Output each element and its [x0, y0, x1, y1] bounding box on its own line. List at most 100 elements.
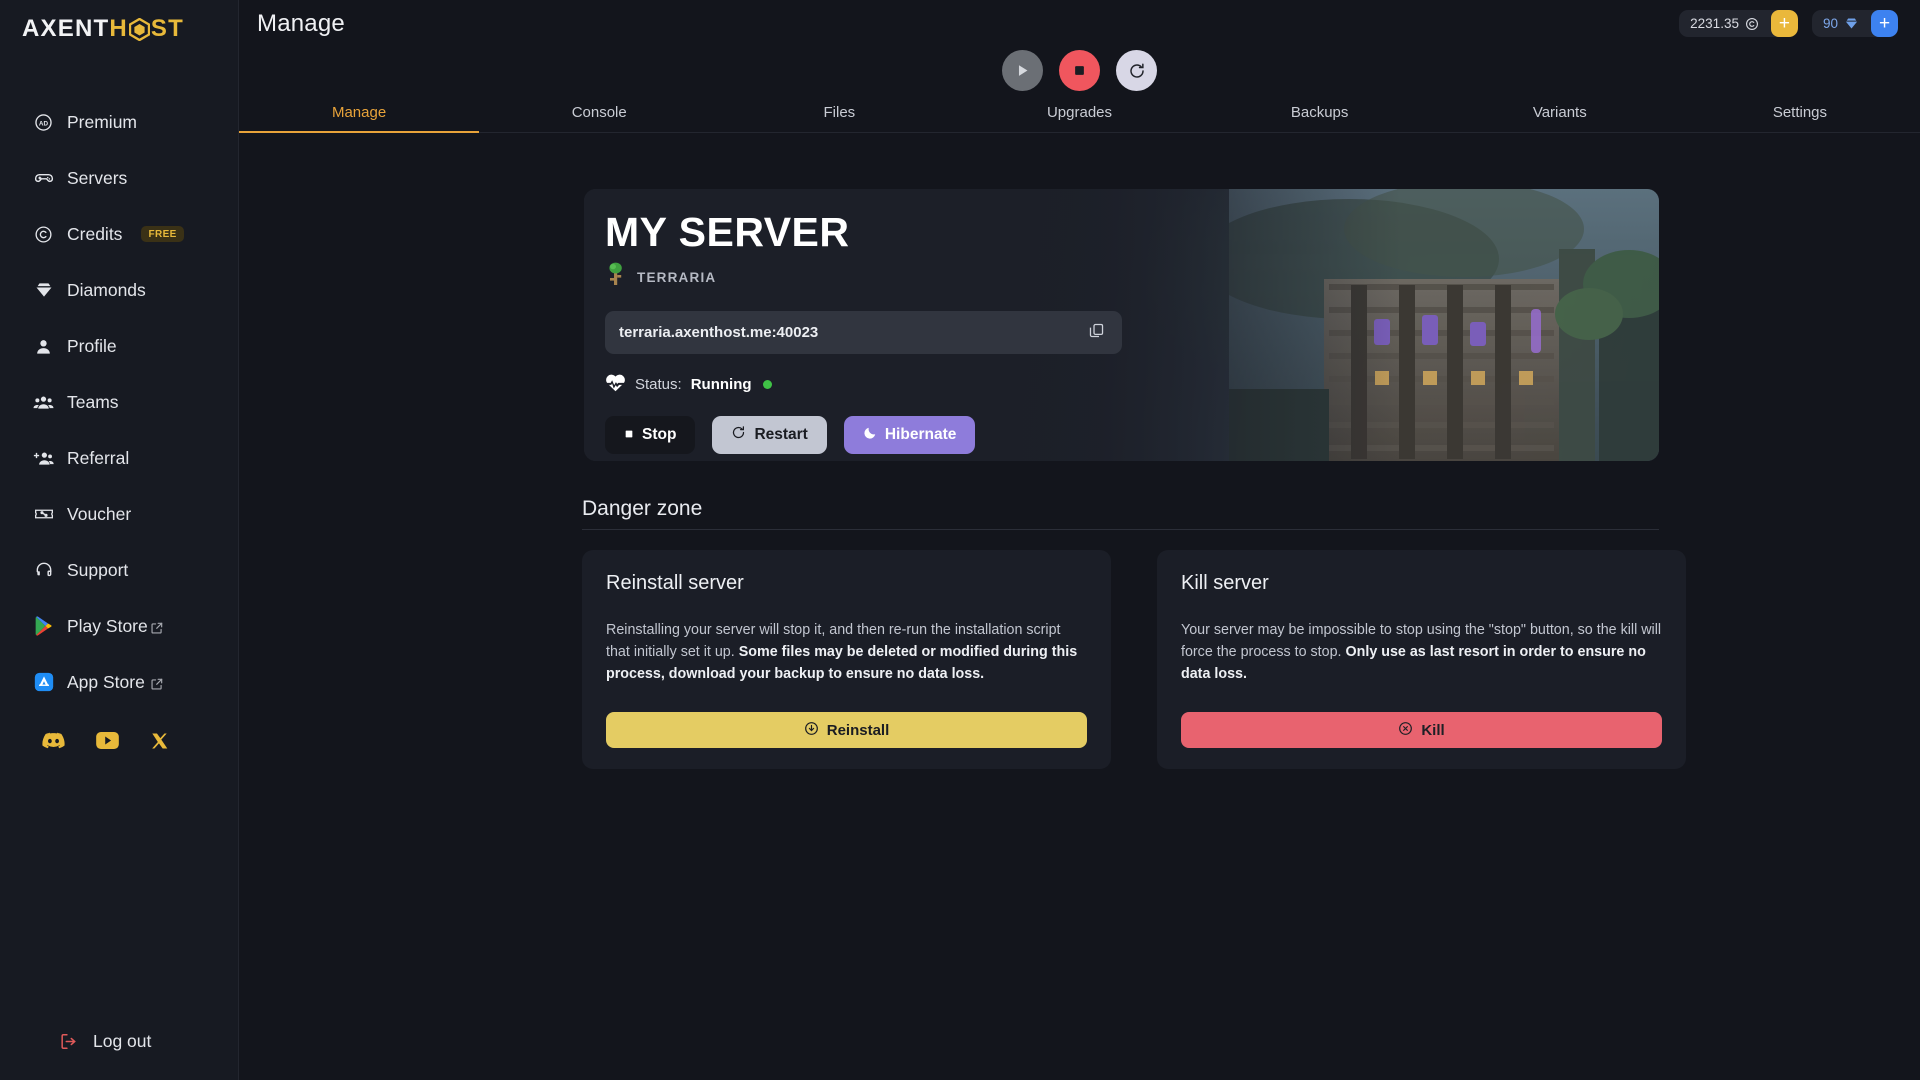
sidebar-item-voucher[interactable]: Voucher — [0, 486, 238, 542]
add-diamonds-button[interactable]: + — [1871, 10, 1898, 37]
logout-icon — [58, 1031, 79, 1052]
sidebar-item-label: Play Store — [67, 615, 148, 636]
x-twitter-icon[interactable] — [150, 732, 172, 752]
user-icon — [33, 336, 54, 357]
external-link-icon — [150, 619, 164, 634]
add-credits-button[interactable]: + — [1770, 10, 1798, 37]
page-title: Manage — [257, 9, 345, 37]
tab-manage[interactable]: Manage — [239, 93, 480, 133]
kill-card-body: Your server may be impossible to stop us… — [1181, 619, 1662, 685]
app-root: AXENT H ST AD Premium Servers Credits FR… — [0, 0, 1920, 1080]
hibernate-server-button[interactable]: Hibernate — [843, 416, 976, 455]
tab-label: Settings — [1772, 104, 1828, 121]
reinstall-button-label: Reinstall — [826, 721, 890, 739]
sidebar-item-credits[interactable]: Credits FREE — [0, 206, 238, 262]
sidebar-item-diamonds[interactable]: Diamonds — [0, 262, 238, 318]
diamonds-value: 90 — [1822, 16, 1838, 31]
credits-value: 2231.35 — [1690, 16, 1739, 31]
brand-name-white: AXENT — [22, 15, 110, 42]
sidebar-nav: AD Premium Servers Credits FREE Diamonds… — [0, 94, 238, 752]
stop-square-icon — [624, 426, 634, 444]
danger-zone-heading: Danger zone — [582, 497, 703, 520]
svg-text:AD: AD — [39, 120, 49, 127]
x-circle-icon — [1398, 721, 1413, 740]
reinstall-card-body: Reinstalling your server will stop it, a… — [606, 619, 1087, 685]
heartbeat-icon — [605, 373, 626, 396]
server-address: terraria.axenthost.me:40023 — [619, 324, 819, 342]
app-store-icon — [33, 672, 54, 693]
gamepad-icon — [33, 168, 54, 189]
diamond-icon — [33, 280, 54, 301]
restart-server-button[interactable]: Restart — [712, 416, 827, 455]
sidebar-item-label: Servers — [67, 167, 128, 188]
restart-icon — [731, 425, 746, 445]
status-dot — [762, 380, 772, 390]
tab-files[interactable]: Files — [719, 93, 959, 132]
sidebar: AXENT H ST AD Premium Servers Credits FR… — [0, 0, 239, 1080]
sidebar-item-referral[interactable]: Referral — [0, 430, 238, 486]
sidebar-item-label: Referral — [67, 447, 130, 468]
tab-variants[interactable]: Variants — [1440, 93, 1680, 132]
tab-label: Variants — [1532, 104, 1587, 121]
main-area: Manage 2231.35 + 90 + Manage Console Fil… — [239, 0, 1920, 1080]
restart-label: Restart — [754, 426, 808, 444]
sidebar-item-app-store[interactable]: App Store — [0, 654, 238, 710]
wallet-group: 2231.35 + 90 + — [1679, 10, 1898, 37]
reinstall-server-card: Reinstall server Reinstalling your serve… — [582, 550, 1111, 769]
sidebar-item-profile[interactable]: Profile — [0, 318, 238, 374]
google-play-icon — [33, 616, 54, 637]
external-link-icon — [150, 675, 164, 690]
status-value: Running — [690, 376, 752, 394]
kill-card-title: Kill server — [1181, 572, 1269, 594]
brand-logo[interactable]: AXENT H ST — [0, 0, 238, 58]
sidebar-item-teams[interactable]: Teams — [0, 374, 238, 430]
discord-icon[interactable] — [42, 732, 65, 752]
copy-icon[interactable] — [1088, 322, 1105, 344]
moon-icon — [863, 426, 877, 445]
server-game-row: TERRARIA — [605, 262, 1659, 292]
tab-console[interactable]: Console — [479, 93, 719, 132]
kill-button[interactable]: Kill — [1181, 712, 1662, 748]
sidebar-item-servers[interactable]: Servers — [0, 150, 238, 206]
tab-label: Manage — [331, 104, 387, 121]
headset-icon — [33, 560, 54, 581]
power-controls — [239, 47, 1920, 91]
start-button[interactable] — [1002, 50, 1043, 91]
stop-server-button[interactable]: Stop — [605, 416, 696, 455]
restart-button[interactable] — [1116, 50, 1157, 91]
youtube-icon[interactable] — [96, 732, 119, 752]
users-group-icon — [33, 392, 54, 413]
tab-label: Files — [823, 104, 856, 121]
sidebar-item-label: Credits — [67, 223, 123, 244]
tab-settings[interactable]: Settings — [1680, 93, 1920, 132]
stop-button[interactable] — [1059, 50, 1100, 91]
logout-button[interactable]: Log out — [0, 1031, 151, 1052]
sidebar-item-label: Diamonds — [67, 279, 146, 300]
hero-content: MY SERVER TERRARIA terraria.axenthost.me… — [584, 189, 1659, 455]
download-circle-icon — [804, 721, 819, 740]
sidebar-item-premium[interactable]: AD Premium — [0, 94, 238, 150]
kill-server-card: Kill server Your server may be impossibl… — [1157, 550, 1686, 769]
sidebar-item-play-store[interactable]: Play Store — [0, 598, 238, 654]
diamond-icon — [1844, 16, 1859, 31]
kill-button-label: Kill — [1421, 721, 1445, 739]
stop-label: Stop — [642, 426, 677, 444]
status-label: Status: — [635, 376, 682, 394]
tab-label: Console — [571, 104, 627, 121]
diamonds-wallet[interactable]: 90 + — [1811, 10, 1898, 37]
tab-label: Upgrades — [1046, 104, 1113, 121]
tab-upgrades[interactable]: Upgrades — [959, 93, 1199, 132]
sidebar-item-label: Premium — [67, 111, 138, 132]
credits-wallet[interactable]: 2231.35 + — [1679, 10, 1798, 37]
tab-backups[interactable]: Backups — [1200, 93, 1440, 132]
reinstall-button[interactable]: Reinstall — [606, 712, 1087, 748]
sidebar-item-label: Teams — [67, 391, 119, 412]
server-address-box[interactable]: terraria.axenthost.me:40023 — [605, 311, 1122, 355]
danger-zone-divider — [582, 529, 1659, 530]
sidebar-item-label: Voucher — [67, 503, 132, 524]
server-name: MY SERVER — [605, 209, 850, 255]
user-plus-icon — [33, 448, 54, 469]
sidebar-item-support[interactable]: Support — [0, 542, 238, 598]
server-actions: Stop Restart Hibernate — [605, 416, 1659, 455]
tab-label: Backups — [1290, 104, 1349, 121]
